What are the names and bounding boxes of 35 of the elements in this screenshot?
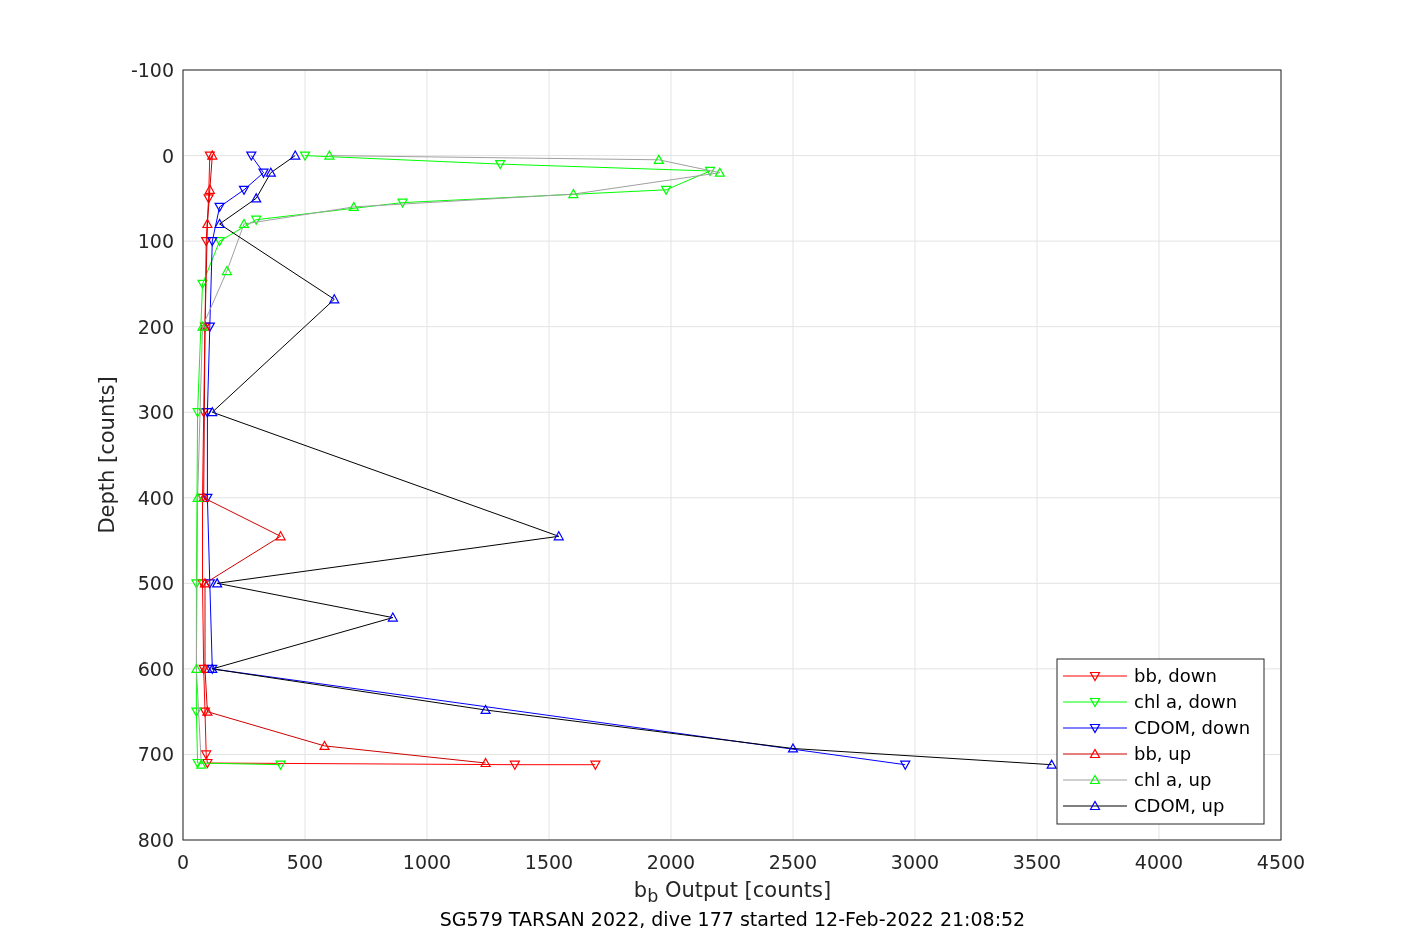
tick-label: 1000 bbox=[402, 851, 452, 873]
legend-label: bb, down bbox=[1134, 665, 1217, 686]
tick-label: 700 bbox=[137, 743, 174, 766]
tick-label: 3000 bbox=[890, 851, 940, 873]
legend-swatch bbox=[1062, 723, 1128, 734]
x-axis-label: b$_{b}$ Output [counts] bbox=[633, 878, 832, 909]
tick-label: 500 bbox=[137, 572, 174, 595]
legend-label: bb, up bbox=[1134, 743, 1192, 764]
legend-swatch bbox=[1062, 774, 1128, 785]
y-axis-label: Depth [counts] bbox=[95, 376, 119, 534]
legend-swatch bbox=[1062, 748, 1128, 759]
legend-label: chl a, down bbox=[1134, 691, 1238, 712]
chart-title: SG579 TARSAN 2022, dive 177 started 12-Feb-2022 21:08:52 bbox=[439, 908, 1026, 931]
tick-label: 0 bbox=[161, 144, 174, 167]
tick-label: 400 bbox=[137, 486, 174, 509]
tick-label: 200 bbox=[137, 315, 174, 338]
tick-label: 2500 bbox=[768, 851, 818, 873]
tick-label: 1500 bbox=[524, 851, 574, 873]
tick-label: 500 bbox=[286, 851, 324, 873]
tick-label: 300 bbox=[137, 401, 174, 424]
legend-swatch bbox=[1062, 671, 1128, 682]
tick-label: 3500 bbox=[1012, 851, 1062, 873]
tick-label: 800 bbox=[137, 829, 174, 851]
tick-label: 100 bbox=[137, 230, 174, 253]
legend-label: CDOM, up bbox=[1134, 795, 1225, 816]
tick-label: 4000 bbox=[1134, 851, 1184, 873]
tick-label: 4500 bbox=[1256, 851, 1306, 873]
tick-label: -100 bbox=[130, 59, 174, 81]
legend-swatch bbox=[1062, 697, 1128, 708]
tick-label: 2000 bbox=[646, 851, 696, 873]
legend-swatch bbox=[1062, 800, 1128, 811]
tick-label: 600 bbox=[137, 657, 174, 680]
legend-label: CDOM, down bbox=[1134, 717, 1251, 738]
legend-label: chl a, up bbox=[1134, 769, 1212, 790]
tick-label: 0 bbox=[176, 851, 190, 873]
